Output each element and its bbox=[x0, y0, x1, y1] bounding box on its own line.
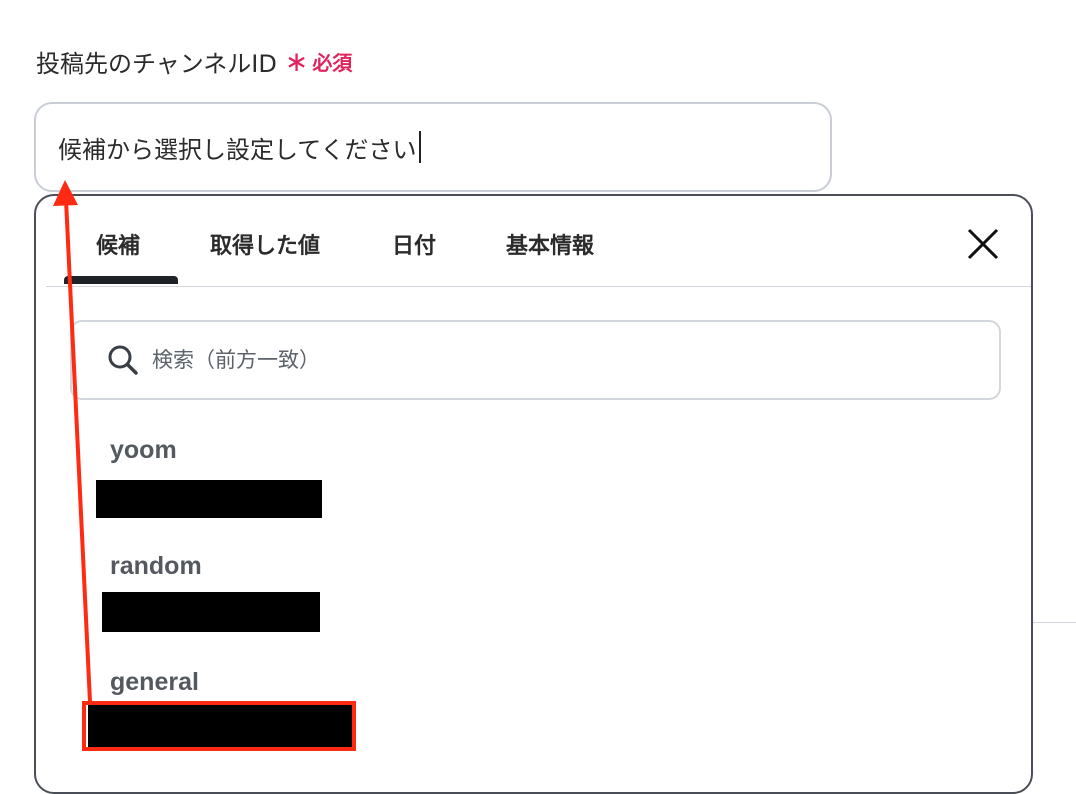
search-box[interactable] bbox=[70, 320, 1001, 400]
close-icon[interactable] bbox=[965, 226, 1001, 262]
tab-date[interactable]: 日付 bbox=[392, 228, 436, 260]
divider-line bbox=[1033, 622, 1076, 623]
required-badge: 必須 bbox=[312, 51, 353, 75]
channel-id-input-value: 候補から選択し設定してください bbox=[58, 135, 417, 164]
channel-id-input[interactable]: 候補から選択し設定してください bbox=[34, 102, 832, 192]
tab-candidates[interactable]: 候補 bbox=[96, 228, 140, 260]
active-tab-indicator bbox=[64, 276, 178, 284]
field-label: 投稿先のチャンネルID bbox=[36, 50, 277, 78]
tab-retrieved-values[interactable]: 取得した値 bbox=[210, 228, 320, 260]
search-input[interactable] bbox=[150, 347, 854, 373]
dropdown-tabs: 候補 取得した値 日付 基本情報 bbox=[46, 196, 1031, 287]
required-star: ∗ bbox=[284, 44, 309, 78]
text-caret bbox=[418, 131, 421, 163]
search-icon bbox=[108, 345, 138, 375]
option-name: general bbox=[110, 668, 199, 696]
option-name: random bbox=[110, 552, 202, 580]
redacted-channel-id bbox=[96, 480, 322, 518]
field-label-row: 投稿先のチャンネルID ∗ 必須 bbox=[36, 44, 352, 79]
option-name: yoom bbox=[110, 436, 177, 464]
tab-basic-info[interactable]: 基本情報 bbox=[506, 228, 594, 260]
option-yoom[interactable]: yoom bbox=[36, 432, 936, 522]
annotation-highlight-box bbox=[82, 701, 356, 751]
option-random[interactable]: random bbox=[36, 548, 936, 638]
redacted-channel-id bbox=[102, 592, 320, 632]
